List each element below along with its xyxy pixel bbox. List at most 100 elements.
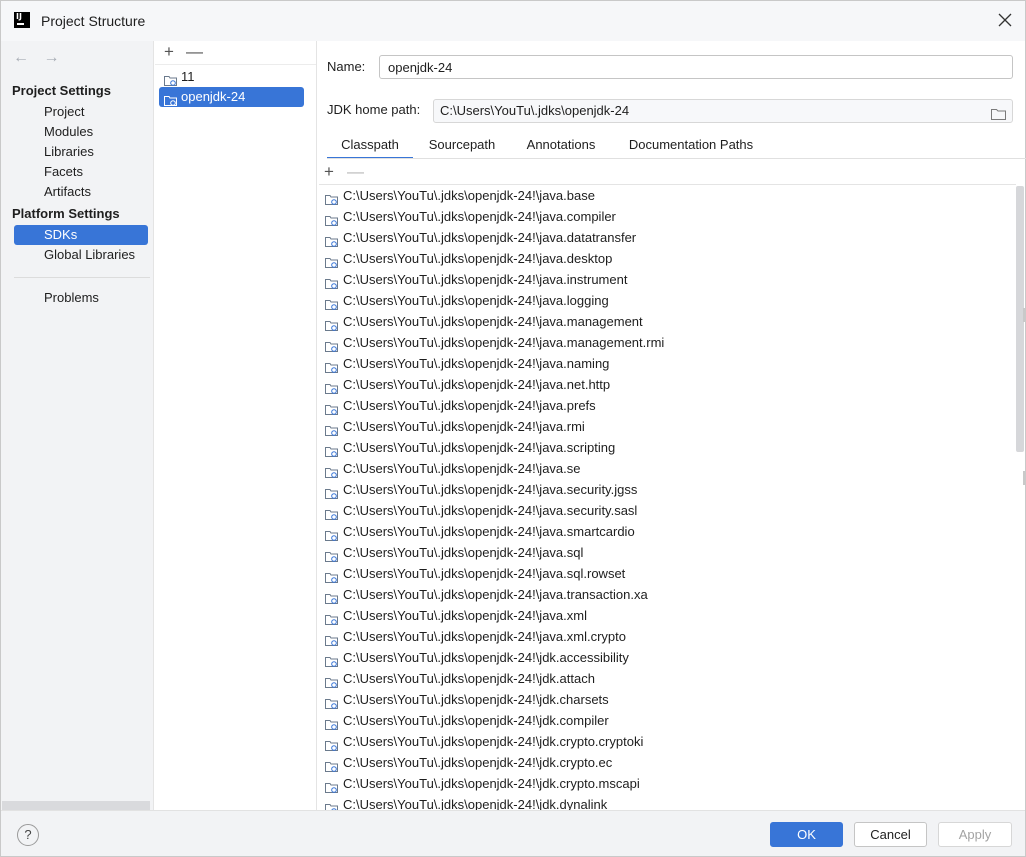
classpath-row[interactable]: C:\Users\YouTu\.jdks\openjdk-24!\java.sm… [319,521,1017,542]
classpath-row[interactable]: C:\Users\YouTu\.jdks\openjdk-24!\jdk.cha… [319,689,1017,710]
classpath-row[interactable]: C:\Users\YouTu\.jdks\openjdk-24!\jdk.att… [319,668,1017,689]
classpath-entry: C:\Users\YouTu\.jdks\openjdk-24!\java.de… [343,251,613,266]
classpath-row[interactable]: C:\Users\YouTu\.jdks\openjdk-24!\java.se [319,458,1017,479]
classpath-row[interactable]: C:\Users\YouTu\.jdks\openjdk-24!\java.tr… [319,584,1017,605]
classpath-entry: C:\Users\YouTu\.jdks\openjdk-24!\java.sq… [343,545,584,560]
forward-arrow-icon[interactable]: → [43,49,59,66]
jdk-home-value: C:\Users\YouTu\.jdks\openjdk-24 [440,103,630,118]
tab-documentation-paths[interactable]: Documentation Paths [623,133,759,159]
nav-item-facets[interactable]: Facets [14,162,148,182]
classpath-entry: C:\Users\YouTu\.jdks\openjdk-24!\java.tr… [343,587,648,602]
classpath-row[interactable]: C:\Users\YouTu\.jdks\openjdk-24!\jdk.acc… [319,647,1017,668]
classpath-row[interactable]: C:\Users\YouTu\.jdks\openjdk-24!\jdk.com… [319,710,1017,731]
jdk-module-folder-icon [325,799,338,810]
nav-item-sdks[interactable]: SDKs [14,225,148,245]
jdk-home-label: JDK home path: [327,102,421,117]
close-icon[interactable] [995,11,1015,31]
classpath-entry: C:\Users\YouTu\.jdks\openjdk-24!\jdk.com… [343,713,609,728]
classpath-row[interactable]: C:\Users\YouTu\.jdks\openjdk-24!\java.rm… [319,416,1017,437]
add-path-icon[interactable]: + [321,163,337,181]
classpath-scrollbar[interactable] [1016,184,1025,810]
dialog-footer: ? OK Cancel Apply [1,810,1025,856]
classpath-entry: C:\Users\YouTu\.jdks\openjdk-24!\jdk.cry… [343,776,640,791]
classpath-row[interactable]: C:\Users\YouTu\.jdks\openjdk-24!\java.ma… [319,332,1017,353]
nav-arrows: ← → [13,49,69,67]
project-settings-heading: Project Settings [12,83,111,98]
classpath-row[interactable]: C:\Users\YouTu\.jdks\openjdk-24!\java.ma… [319,311,1017,332]
classpath-entry: C:\Users\YouTu\.jdks\openjdk-24!\java.se… [343,482,638,497]
ok-button[interactable]: OK [770,822,843,847]
nav-item-problems[interactable]: Problems [14,288,148,308]
classpath-row[interactable]: C:\Users\YouTu\.jdks\openjdk-24!\java.se… [319,500,1017,521]
classpath-row[interactable]: C:\Users\YouTu\.jdks\openjdk-24!\java.sq… [319,542,1017,563]
classpath-row[interactable]: C:\Users\YouTu\.jdks\openjdk-24!\java.co… [319,206,1017,227]
sdk-item-label: 11 [181,69,195,84]
classpath-entry: C:\Users\YouTu\.jdks\openjdk-24!\java.pr… [343,398,596,413]
classpath-row[interactable]: C:\Users\YouTu\.jdks\openjdk-24!\java.pr… [319,395,1017,416]
sdk-item-11[interactable]: 11 [159,67,304,87]
jdk-home-field[interactable]: C:\Users\YouTu\.jdks\openjdk-24 [433,99,1013,123]
classpath-row[interactable]: C:\Users\YouTu\.jdks\openjdk-24!\java.ne… [319,374,1017,395]
classpath-entry: C:\Users\YouTu\.jdks\openjdk-24!\java.se [343,461,581,476]
classpath-entry: C:\Users\YouTu\.jdks\openjdk-24!\java.co… [343,209,616,224]
classpath-entry: C:\Users\YouTu\.jdks\openjdk-24!\java.xm… [343,629,626,644]
classpath-entry: C:\Users\YouTu\.jdks\openjdk-24!\java.ma… [343,314,643,329]
tabs-divider [327,158,1026,159]
sdk-toolbar: + — [155,41,316,65]
settings-nav: ← → Project Settings Project Modules Lib… [1,41,154,810]
jdk-folder-icon [164,92,177,112]
nav-horizontal-scrollbar[interactable] [2,801,150,810]
classpath-row[interactable]: C:\Users\YouTu\.jdks\openjdk-24!\java.xm… [319,605,1017,626]
nav-item-artifacts[interactable]: Artifacts [14,182,148,202]
tab-annotations[interactable]: Annotations [517,133,605,159]
classpath-row[interactable]: C:\Users\YouTu\.jdks\openjdk-24!\java.se… [319,479,1017,500]
classpath-entry: C:\Users\YouTu\.jdks\openjdk-24!\java.se… [343,503,638,518]
name-label: Name: [327,59,366,74]
tab-sourcepath[interactable]: Sourcepath [419,133,505,159]
classpath-entry: C:\Users\YouTu\.jdks\openjdk-24!\java.xm… [343,608,587,623]
classpath-row[interactable]: C:\Users\YouTu\.jdks\openjdk-24!\jdk.dyn… [319,794,1017,810]
remove-sdk-icon[interactable]: — [186,43,203,61]
tab-classpath[interactable]: Classpath [327,133,413,159]
nav-item-libraries[interactable]: Libraries [14,142,148,162]
remove-path-icon[interactable]: — [347,163,364,181]
help-icon[interactable]: ? [17,824,39,846]
browse-folder-icon[interactable] [991,105,1006,127]
cancel-button[interactable]: Cancel [854,822,927,847]
dialog-title: Project Structure [41,13,146,29]
classpath-row[interactable]: C:\Users\YouTu\.jdks\openjdk-24!\java.xm… [319,626,1017,647]
classpath-row[interactable]: C:\Users\YouTu\.jdks\openjdk-24!\java.na… [319,353,1017,374]
classpath-row[interactable]: C:\Users\YouTu\.jdks\openjdk-24!\jdk.cry… [319,752,1017,773]
classpath-entry: C:\Users\YouTu\.jdks\openjdk-24!\jdk.dyn… [343,797,608,810]
classpath-row[interactable]: C:\Users\YouTu\.jdks\openjdk-24!\jdk.cry… [319,773,1017,794]
classpath-row[interactable]: C:\Users\YouTu\.jdks\openjdk-24!\java.da… [319,227,1017,248]
classpath-row[interactable]: C:\Users\YouTu\.jdks\openjdk-24!\java.de… [319,248,1017,269]
classpath-row[interactable]: C:\Users\YouTu\.jdks\openjdk-24!\java.sq… [319,563,1017,584]
edge-marker [1023,308,1025,322]
classpath-row[interactable]: C:\Users\YouTu\.jdks\openjdk-24!\java.lo… [319,290,1017,311]
title-bar: IJ Project Structure [1,1,1025,41]
sdk-list-panel: + — 11 openjdk-24 [155,41,317,810]
classpath-entry: C:\Users\YouTu\.jdks\openjdk-24!\jdk.acc… [343,650,629,665]
sdk-detail-panel: Name: JDK home path: C:\Users\YouTu\.jdk… [317,41,1026,810]
classpath-entry: C:\Users\YouTu\.jdks\openjdk-24!\java.sm… [343,524,635,539]
name-input[interactable] [379,55,1013,79]
nav-item-global-libraries[interactable]: Global Libraries [14,245,148,265]
nav-item-project[interactable]: Project [14,102,148,122]
sdk-item-openjdk-24[interactable]: openjdk-24 [159,87,304,107]
classpath-entry: C:\Users\YouTu\.jdks\openjdk-24!\jdk.cry… [343,734,644,749]
classpath-entry: C:\Users\YouTu\.jdks\openjdk-24!\java.sq… [343,566,626,581]
classpath-entry: C:\Users\YouTu\.jdks\openjdk-24!\jdk.cha… [343,692,609,707]
add-sdk-icon[interactable]: + [161,43,177,61]
edge-marker [1023,471,1025,485]
back-arrow-icon[interactable]: ← [13,49,29,66]
apply-button[interactable]: Apply [938,822,1012,847]
classpath-entry: C:\Users\YouTu\.jdks\openjdk-24!\java.ba… [343,188,595,203]
classpath-entry: C:\Users\YouTu\.jdks\openjdk-24!\java.da… [343,230,637,245]
classpath-entry: C:\Users\YouTu\.jdks\openjdk-24!\java.ne… [343,377,611,392]
nav-item-modules[interactable]: Modules [14,122,148,142]
classpath-row[interactable]: C:\Users\YouTu\.jdks\openjdk-24!\java.ba… [319,185,1017,206]
classpath-row[interactable]: C:\Users\YouTu\.jdks\openjdk-24!\jdk.cry… [319,731,1017,752]
classpath-row[interactable]: C:\Users\YouTu\.jdks\openjdk-24!\java.sc… [319,437,1017,458]
classpath-row[interactable]: C:\Users\YouTu\.jdks\openjdk-24!\java.in… [319,269,1017,290]
